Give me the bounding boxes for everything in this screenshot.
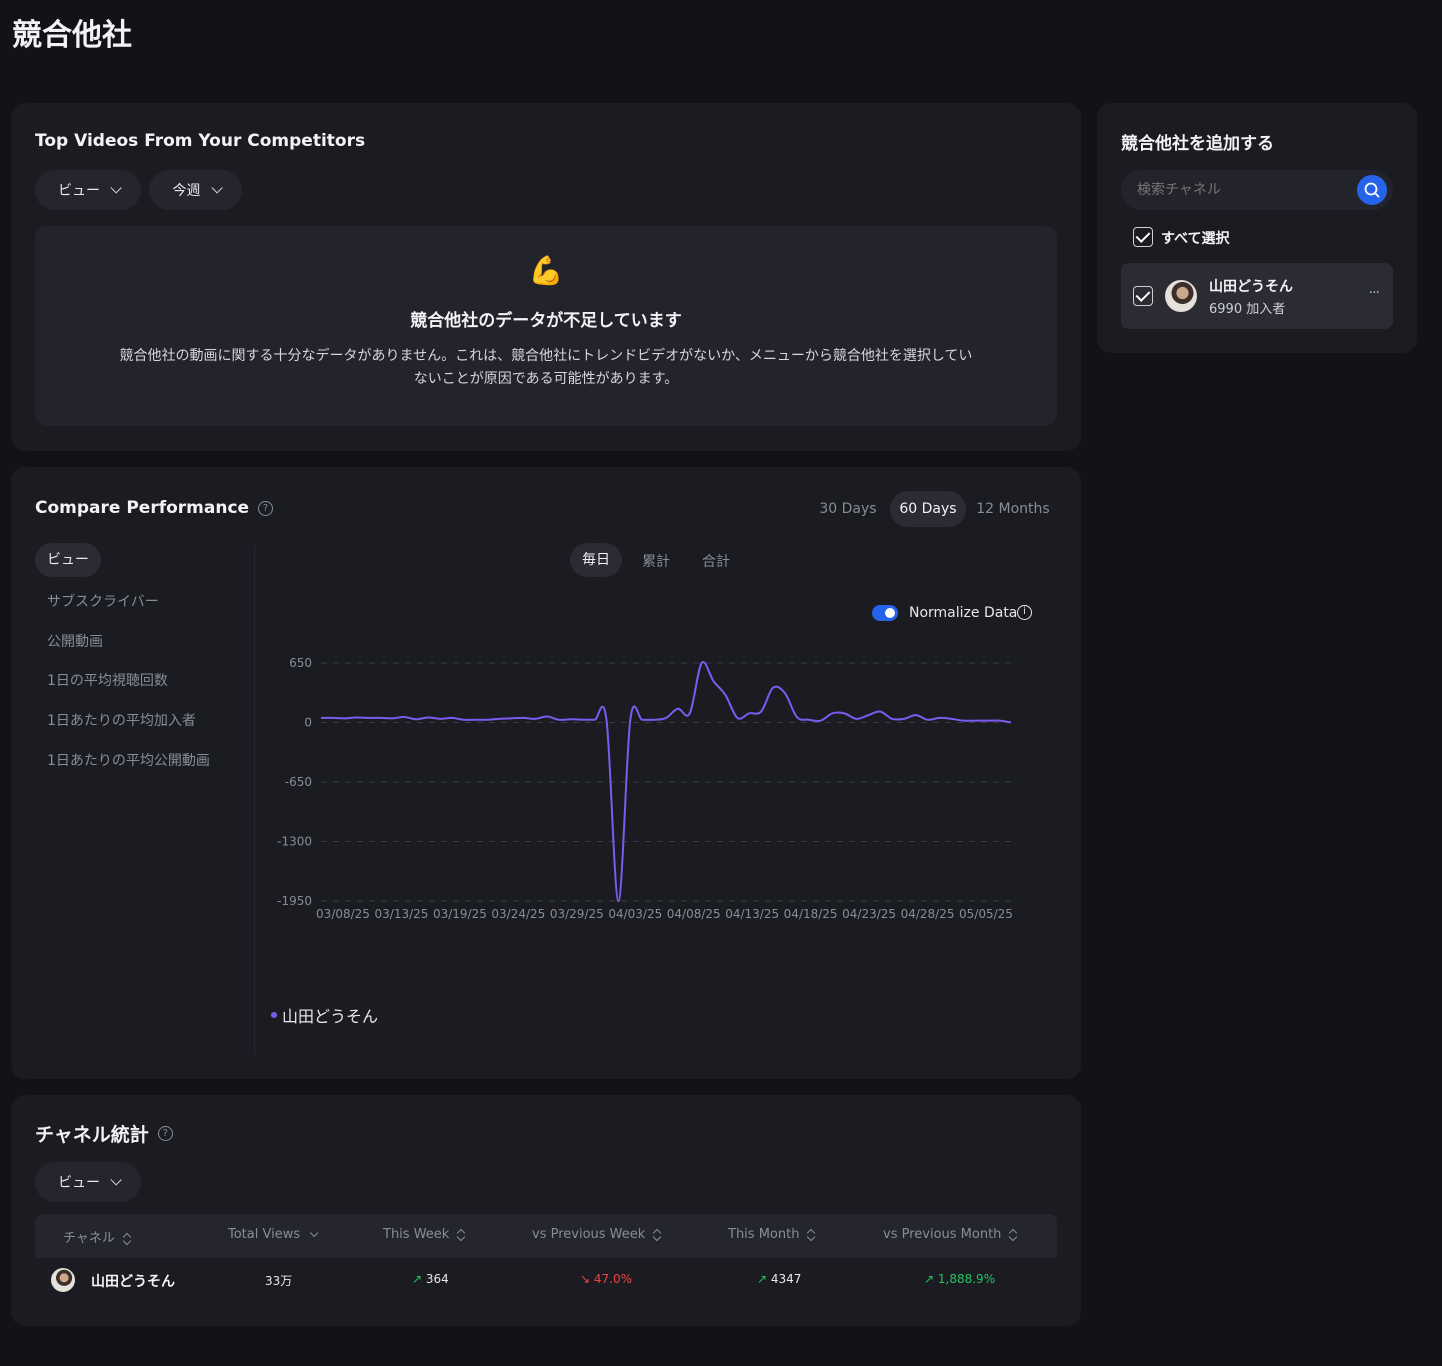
column-header-label: This Week bbox=[383, 1227, 450, 1242]
avatar bbox=[51, 1268, 75, 1292]
column-header-this-month[interactable]: This Month bbox=[728, 1227, 815, 1242]
row-total-views: 33万 bbox=[265, 1274, 293, 1288]
search-button[interactable] bbox=[1357, 175, 1387, 205]
x-tick-label: 04/08/25 bbox=[667, 907, 721, 921]
x-tick-label: 03/24/25 bbox=[491, 907, 545, 921]
chevron-down-icon bbox=[110, 1174, 122, 1186]
select-all-checkbox[interactable] bbox=[1133, 227, 1153, 247]
x-tick-label: 04/13/25 bbox=[725, 907, 779, 921]
row-vs-previous-month-value: 1,888.9% bbox=[937, 1272, 996, 1286]
y-tick-label: 650 bbox=[289, 656, 312, 670]
add-competitor-title: 競合他社を追加する bbox=[1121, 134, 1274, 154]
search-icon bbox=[1364, 182, 1380, 198]
y-tick-label: -650 bbox=[285, 775, 312, 789]
column-header-label: This Month bbox=[728, 1227, 800, 1242]
stats-metric-dropdown[interactable]: ビュー bbox=[35, 1162, 141, 1202]
select-all-label: すべて選択 bbox=[1161, 231, 1230, 247]
x-tick-label: 05/05/25 bbox=[959, 907, 1013, 921]
y-tick-label: 0 bbox=[304, 716, 312, 730]
arrow-up-right-icon: ↗ bbox=[412, 1272, 423, 1286]
flexed-biceps-icon: 💪 bbox=[528, 254, 564, 287]
top-videos-card: Top Videos From Your Competitors ビュー 今週 … bbox=[11, 103, 1081, 451]
row-this-month-value: 4347 bbox=[770, 1272, 802, 1286]
x-tick-label: 04/03/25 bbox=[608, 907, 662, 921]
legend-dot bbox=[271, 1012, 277, 1018]
more-options-icon[interactable]: ··· bbox=[1369, 285, 1380, 301]
row-channel-name[interactable]: 山田どうそん bbox=[91, 1271, 175, 1291]
x-tick-label: 04/23/25 bbox=[842, 907, 896, 921]
channel-name: 山田どうそん bbox=[1209, 279, 1293, 295]
series-line bbox=[320, 661, 1012, 902]
add-competitor-card: 競合他社を追加する すべて選択 山田どうそん 6990 加入者 ··· bbox=[1097, 103, 1417, 353]
column-header-label: Total Views bbox=[228, 1227, 301, 1242]
sort-icon bbox=[807, 1229, 815, 1241]
chevron-down-icon bbox=[110, 182, 122, 194]
legend-label: 山田どうそん bbox=[282, 1007, 379, 1026]
row-vs-previous-week: ↘ 47.0% bbox=[580, 1272, 632, 1286]
empty-state-line: 競合他社の動画に関する十分なデータがありません。これは、競合他社にトレンドビデオ… bbox=[119, 348, 973, 364]
empty-state-panel: 💪 競合他社のデータが不足しています 競合他社の動画に関する十分なデータがありま… bbox=[35, 226, 1057, 426]
top-videos-title: Top Videos From Your Competitors bbox=[35, 131, 366, 151]
column-header-label: vs Previous Week bbox=[532, 1227, 646, 1242]
x-tick-label: 03/13/25 bbox=[375, 907, 429, 921]
sort-icon bbox=[457, 1229, 465, 1241]
x-tick-label: 04/18/25 bbox=[784, 907, 838, 921]
row-this-week-value: 364 bbox=[425, 1272, 449, 1286]
column-header-channel[interactable]: チャネル bbox=[63, 1227, 131, 1246]
metric-dropdown[interactable]: ビュー bbox=[35, 170, 141, 210]
row-vs-previous-month: ↗ 1,888.9% bbox=[924, 1272, 995, 1286]
period-dropdown[interactable]: 今週 bbox=[149, 170, 242, 210]
x-tick-label: 04/28/25 bbox=[901, 907, 955, 921]
empty-state-line: ないことが原因である可能性があります。 bbox=[413, 371, 679, 387]
sort-icon bbox=[1009, 1229, 1017, 1241]
help-icon[interactable]: ? bbox=[157, 1126, 173, 1141]
channel-subscribers: 6990 加入者 bbox=[1209, 302, 1286, 317]
row-this-month: ↗ 4347 bbox=[757, 1272, 801, 1286]
performance-line-chart: 650 0 -650 -1300 -1950 03/08/25 03/13/25 03/19/… bbox=[277, 656, 1013, 921]
avatar bbox=[1165, 280, 1197, 312]
sort-icon bbox=[123, 1233, 131, 1245]
page-title: 競合他社 bbox=[12, 18, 132, 53]
column-header-label: チャネル bbox=[63, 1231, 115, 1246]
empty-state-description: 競合他社の動画に関する十分なデータがありません。これは、競合他社にトレンドビデオ… bbox=[35, 345, 1057, 391]
period-dropdown-label: 今週 bbox=[172, 183, 201, 199]
column-header-vs-previous-week[interactable]: vs Previous Week bbox=[532, 1227, 661, 1242]
channel-checkbox[interactable] bbox=[1133, 286, 1153, 306]
column-header-vs-previous-month[interactable]: vs Previous Month bbox=[883, 1227, 1017, 1242]
competitor-channel-item[interactable]: 山田どうそん 6990 加入者 ··· bbox=[1121, 263, 1393, 329]
column-header-total-views[interactable]: Total Views bbox=[228, 1227, 319, 1242]
sort-icon bbox=[653, 1229, 661, 1241]
stats-table-header: チャネル Total Views This Week vs Previous W… bbox=[35, 1214, 1057, 1258]
search-field bbox=[1121, 170, 1393, 210]
arrow-up-right-icon: ↗ bbox=[757, 1272, 768, 1286]
x-tick-label: 03/08/25 bbox=[316, 907, 370, 921]
column-header-this-week[interactable]: This Week bbox=[383, 1227, 465, 1242]
row-this-week: ↗ 364 bbox=[412, 1272, 449, 1286]
channel-stats-title-row: チャネル統計 ? bbox=[35, 1120, 173, 1147]
arrow-down-right-icon: ↘ bbox=[580, 1272, 591, 1286]
table-row[interactable]: 山田どうそん 33万 ↗ 364 ↘ 47.0% ↗ 4347 ↗ 1,888.… bbox=[35, 1258, 1057, 1302]
y-tick-label: -1300 bbox=[277, 835, 312, 849]
stats-metric-dropdown-label: ビュー bbox=[58, 1175, 100, 1191]
search-input[interactable] bbox=[1137, 170, 1347, 210]
row-vs-previous-week-value: 47.0% bbox=[593, 1272, 633, 1286]
x-tick-label: 03/29/25 bbox=[550, 907, 604, 921]
x-tick-label: 03/19/25 bbox=[433, 907, 487, 921]
y-tick-label: -1950 bbox=[277, 894, 312, 908]
empty-state-title: 競合他社のデータが不足しています bbox=[410, 311, 682, 331]
chart-legend: 山田どうそん bbox=[271, 1003, 378, 1027]
metric-dropdown-label: ビュー bbox=[58, 183, 100, 199]
channel-stats-title: チャネル統計 bbox=[35, 1124, 149, 1146]
compare-performance-card: Compare Performance ? 30 Days 60 Days 12… bbox=[11, 467, 1081, 1079]
chevron-down-icon bbox=[310, 1228, 319, 1238]
chevron-down-icon bbox=[210, 182, 223, 194]
column-header-label: vs Previous Month bbox=[883, 1227, 1002, 1242]
arrow-up-right-icon: ↗ bbox=[924, 1272, 935, 1286]
channel-stats-card: チャネル統計 ? ビュー チャネル Total Views This Week … bbox=[11, 1095, 1081, 1326]
